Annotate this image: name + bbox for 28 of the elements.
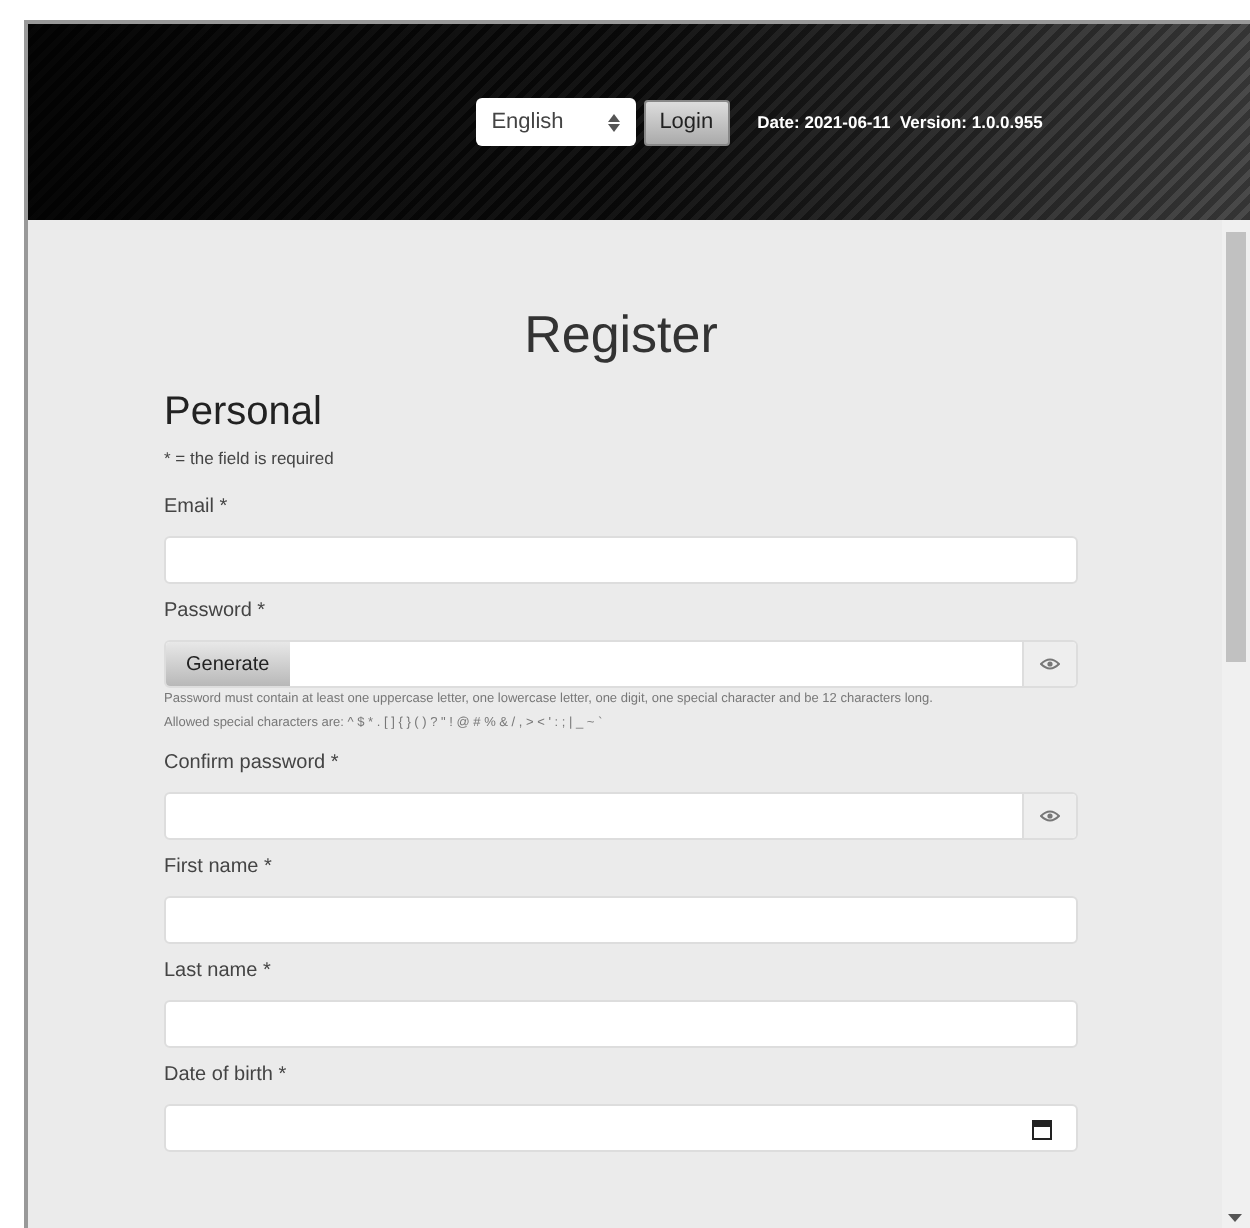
login-button[interactable]: Login xyxy=(643,99,730,145)
field-label: Email * xyxy=(164,496,230,518)
page-title: Register xyxy=(522,304,720,366)
sort-caret-icon xyxy=(607,113,620,131)
field-label: Date of birth * xyxy=(164,1064,289,1086)
build-info: Date: 2021-06-11 Version: 1.0.0.955 xyxy=(757,112,1043,132)
show-password-button[interactable] xyxy=(1022,642,1076,686)
calendar-icon xyxy=(1032,1117,1052,1139)
field-label: Password * xyxy=(164,600,268,622)
eye-icon xyxy=(1040,658,1060,670)
required-note: * = the field is required xyxy=(164,448,336,468)
date-field[interactable] xyxy=(164,1104,1078,1152)
field-label: Last name * xyxy=(164,960,273,982)
input-field[interactable] xyxy=(164,536,1078,584)
scrollbar[interactable] xyxy=(1222,220,1250,1228)
scrollbar-thumb[interactable] xyxy=(1226,232,1246,662)
eye-icon xyxy=(1040,810,1060,822)
input-field[interactable] xyxy=(164,896,1078,944)
generate-button[interactable]: Generate xyxy=(166,642,290,686)
field-label: First name * xyxy=(164,856,274,878)
input-field[interactable] xyxy=(164,1000,1078,1048)
language-select[interactable]: English xyxy=(475,98,636,146)
section-title: Personal xyxy=(164,390,324,436)
scroll-down-icon[interactable] xyxy=(1228,1214,1242,1222)
password-field[interactable] xyxy=(164,792,1078,840)
show-password-button[interactable] xyxy=(1022,794,1076,838)
password-field[interactable]: Generate xyxy=(164,640,1078,688)
field-label: Confirm password * xyxy=(164,752,341,774)
